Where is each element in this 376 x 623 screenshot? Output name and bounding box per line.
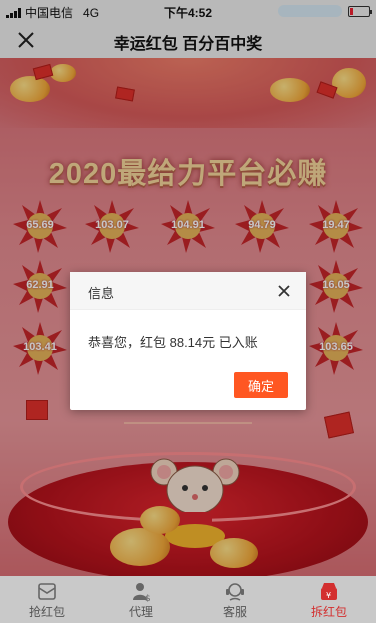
burst-amount: 19.47 xyxy=(322,219,350,231)
gold-coin-decoration xyxy=(50,64,76,82)
burst-amount: 16.05 xyxy=(322,279,350,291)
confirm-button[interactable]: 确定 xyxy=(234,372,288,398)
tab-agent[interactable]: $ 代理 xyxy=(94,576,188,623)
red-envelope-burst[interactable]: 103.65 xyxy=(308,320,364,376)
burst-amount: 62.91 xyxy=(26,279,54,291)
red-envelope-burst[interactable]: 19.47 xyxy=(308,198,364,254)
svg-text:$: $ xyxy=(145,594,151,602)
gold-ingot-decoration xyxy=(210,538,258,568)
red-envelope-decoration xyxy=(323,411,355,439)
gold-ingot-decoration xyxy=(10,76,50,102)
tab-label: 拆红包 xyxy=(310,605,347,619)
agent-icon: $ xyxy=(133,583,151,602)
tab-customer-service[interactable]: 客服 xyxy=(188,576,282,623)
red-envelope-burst[interactable]: 62.91 xyxy=(12,258,68,314)
burst-amount: 94.79 xyxy=(248,219,276,231)
red-envelope-burst[interactable]: 103.41 xyxy=(12,320,68,376)
page-title: 幸运红包 百分百中奖 xyxy=(113,36,263,53)
gold-ingot-decoration xyxy=(332,68,366,98)
tab-label: 客服 xyxy=(222,605,247,619)
stage-line xyxy=(124,422,252,424)
status-bar: 中国电信 4G 下午4:52 xyxy=(0,0,376,22)
burst-amount: 103.65 xyxy=(319,341,353,353)
red-envelope-decoration xyxy=(26,400,48,420)
burst-amount: 104.91 xyxy=(171,219,205,231)
open-envelope-icon: ¥ xyxy=(321,583,337,600)
dialog-close-icon[interactable] xyxy=(276,283,292,299)
red-envelope-burst[interactable]: 94.79 xyxy=(234,198,290,254)
burst-amount: 65.69 xyxy=(26,219,54,231)
battery-icon xyxy=(348,5,372,17)
blurred-status-icons xyxy=(278,5,342,17)
red-envelope-burst[interactable]: 65.69 xyxy=(12,198,68,254)
promo-banner: 2020最给力平台必赚 xyxy=(48,158,328,190)
dialog-message: 恭喜您，红包 88.14元 已入账 xyxy=(88,335,258,350)
tab-grab-envelope[interactable]: 抢红包 xyxy=(0,576,94,623)
red-envelope-burst[interactable]: 16.05 xyxy=(308,258,364,314)
tab-open-envelope[interactable]: ¥ 拆红包 xyxy=(282,576,376,623)
dialog-header: 信息 xyxy=(70,272,306,310)
red-envelope-burst[interactable]: 103.07 xyxy=(84,198,140,254)
gold-ingot-decoration xyxy=(270,78,310,102)
burst-amount: 103.07 xyxy=(95,219,129,231)
gold-ingot-decoration xyxy=(140,506,180,534)
tab-label: 抢红包 xyxy=(28,605,65,619)
customer-service-icon xyxy=(226,583,244,601)
grab-envelope-icon xyxy=(38,583,56,600)
tab-label: 代理 xyxy=(128,605,153,619)
status-right xyxy=(278,5,372,17)
burst-amount: 103.41 xyxy=(23,341,57,353)
bottom-tab-bar: 抢红包 $ 代理 客服 ¥ 拆红包 xyxy=(0,576,376,623)
dialog-title: 信息 xyxy=(88,286,115,301)
svg-text:¥: ¥ xyxy=(326,591,331,600)
title-bar: 幸运红包 百分百中奖 xyxy=(0,22,376,58)
red-envelope-burst[interactable]: 104.91 xyxy=(160,198,216,254)
info-dialog: 信息 恭喜您，红包 88.14元 已入账 确定 xyxy=(70,272,306,410)
